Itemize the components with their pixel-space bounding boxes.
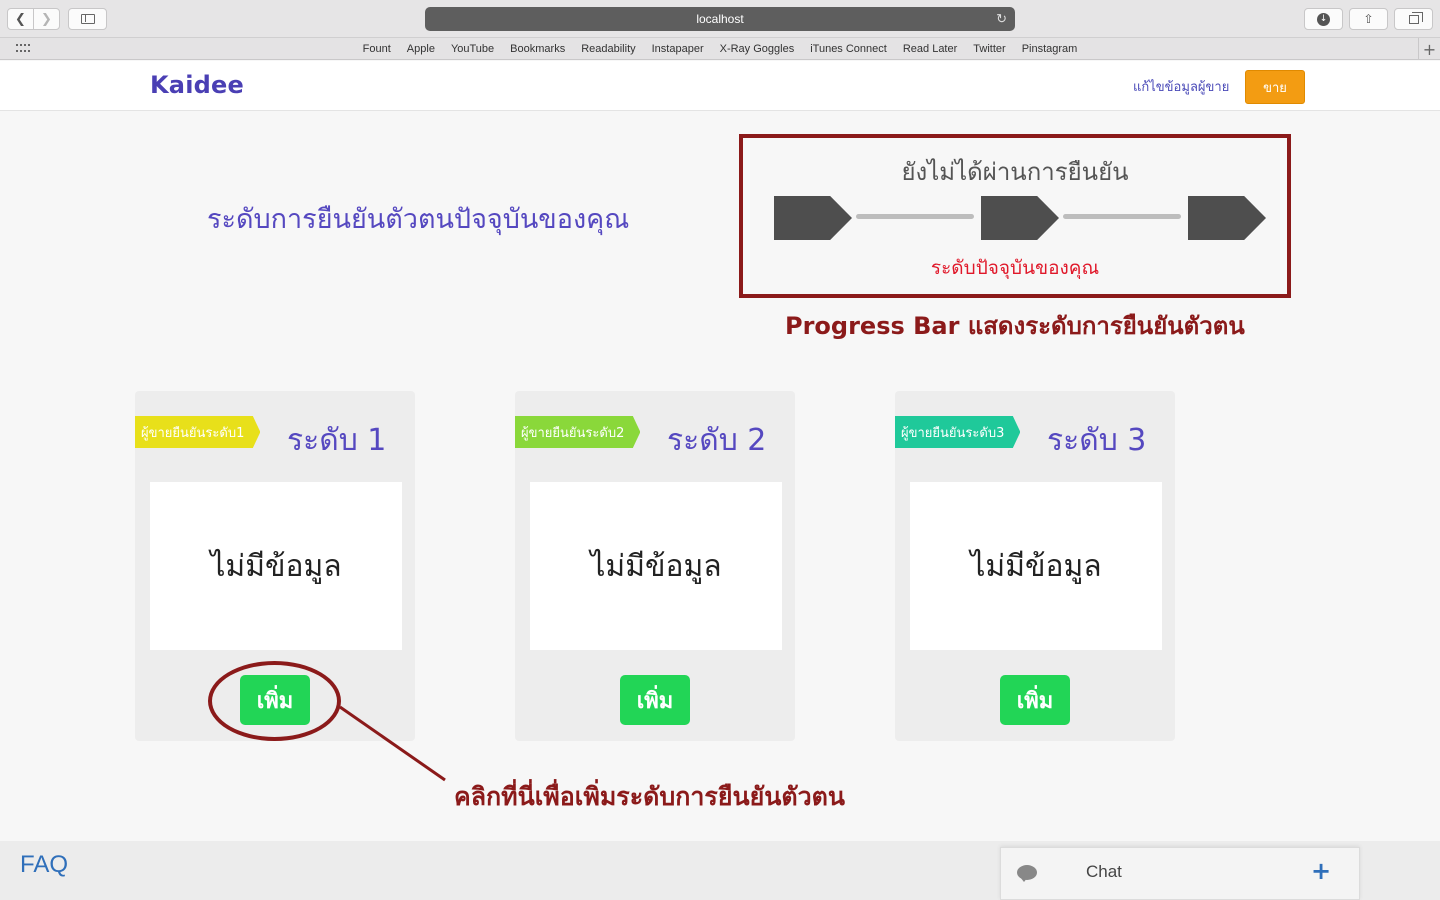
downloads-button[interactable]: ↓ xyxy=(1304,8,1343,30)
bookmark-item[interactable]: YouTube xyxy=(443,43,502,55)
sidebar-toggle-button[interactable] xyxy=(68,8,107,30)
bookmark-item[interactable]: X-Ray Goggles xyxy=(712,43,803,55)
chat-bubble-icon xyxy=(1017,865,1037,882)
bookmark-item[interactable]: Fount xyxy=(355,43,399,55)
download-icon: ↓ xyxy=(1317,12,1330,26)
bookmark-list: Fount Apple YouTube Bookmarks Readability Ins… xyxy=(0,38,1440,60)
level-3-title: ระดับ 3 xyxy=(1047,423,1147,458)
share-button[interactable]: ⇧ xyxy=(1349,8,1388,30)
progress-bar-annotation: Progress Bar แสดงระดับการยืนยันตัวตน xyxy=(785,312,1245,340)
level-1-info: ไม่มีข้อมูล xyxy=(150,482,402,650)
bookmark-item[interactable]: Read Later xyxy=(895,43,965,55)
level-2-add-button[interactable]: เพิ่ม xyxy=(620,675,690,725)
chat-widget[interactable]: Chat + xyxy=(1000,847,1360,900)
click-here-annotation: คลิกที่นี่เพื่อเพิ่มระดับการยืนยันตัวตน xyxy=(454,782,845,811)
tab-overview-button[interactable] xyxy=(1394,8,1433,30)
site-header: Kaidee แก้ไขข้อมูลผู้ขาย ขาย xyxy=(0,61,1440,111)
reload-icon[interactable]: ↻ xyxy=(996,11,1007,27)
sell-button[interactable]: ขาย xyxy=(1245,70,1305,104)
url-text: localhost xyxy=(696,12,744,26)
new-tab-plus-icon[interactable]: + xyxy=(1418,38,1440,60)
level-card-2: ผู้ขายยืนยันระดับ2 ระดับ 2 ไม่มีข้อมูล เ… xyxy=(515,391,795,741)
level-1-tag: ผู้ขายยืนยันระดับ1 xyxy=(135,416,261,448)
bookmark-item[interactable]: Instapaper xyxy=(644,43,712,55)
bookmark-item[interactable]: Twitter xyxy=(965,43,1013,55)
level-3-add-button[interactable]: เพิ่ม xyxy=(1000,675,1070,725)
progress-connector-2 xyxy=(1063,214,1181,219)
level-1-title: ระดับ 1 xyxy=(287,423,387,458)
progress-step-3-marker xyxy=(1188,196,1266,240)
edit-seller-info-link[interactable]: แก้ไขข้อมูลผู้ขาย xyxy=(1133,76,1229,97)
annotation-circle xyxy=(208,661,341,741)
bookmarks-bar: Fount Apple YouTube Bookmarks Readability Ins… xyxy=(0,38,1440,60)
bookmark-item[interactable]: Pinstagram xyxy=(1014,43,1086,55)
progress-connector-1 xyxy=(856,214,974,219)
chat-label: Chat xyxy=(1086,862,1122,881)
back-icon[interactable]: ❮ xyxy=(8,9,34,29)
level-card-3: ผู้ขายยืนยันระดับ3 ระดับ 3 ไม่มีข้อมูล เ… xyxy=(895,391,1175,741)
level-3-info: ไม่มีข้อมูล xyxy=(910,482,1162,650)
bookmark-item[interactable]: Readability xyxy=(573,43,643,55)
footer: FAQ Chat + xyxy=(0,841,1440,900)
level-3-tag: ผู้ขายยืนยันระดับ3 xyxy=(895,416,1021,448)
progress-step-1-marker xyxy=(774,196,852,240)
verification-progress-box: ยังไม่ได้ผ่านการยืนยัน ระดับปัจจุบันของค… xyxy=(739,134,1291,298)
browser-toolbar: ❮ ❯ localhost ↻ ↓ ⇧ xyxy=(0,0,1440,38)
tabs-icon xyxy=(1408,11,1423,24)
history-nav: ❮ ❯ xyxy=(7,8,60,30)
kaidee-logo[interactable]: Kaidee xyxy=(150,71,244,99)
bookmark-item[interactable]: Bookmarks xyxy=(502,43,573,55)
bookmark-item[interactable]: iTunes Connect xyxy=(802,43,895,55)
chat-expand-icon[interactable]: + xyxy=(1311,857,1331,885)
faq-link[interactable]: FAQ xyxy=(20,851,68,879)
current-level-heading: ระดับการยืนยันตัวตนปัจจุบันของคุณ xyxy=(207,204,630,235)
level-2-title: ระดับ 2 xyxy=(667,423,767,458)
bookmark-item[interactable]: Apple xyxy=(399,43,443,55)
address-bar[interactable]: localhost ↻ xyxy=(425,7,1015,31)
sidebar-icon xyxy=(80,14,95,24)
level-2-tag: ผู้ขายยืนยันระดับ2 xyxy=(515,416,641,448)
forward-icon[interactable]: ❯ xyxy=(34,9,59,29)
progress-status: ยังไม่ได้ผ่านการยืนยัน xyxy=(901,158,1129,186)
share-icon: ⇧ xyxy=(1363,12,1374,26)
current-level-caption: ระดับปัจจุบันของคุณ xyxy=(930,257,1100,279)
progress-step-2-marker xyxy=(981,196,1059,240)
level-2-info: ไม่มีข้อมูล xyxy=(530,482,782,650)
